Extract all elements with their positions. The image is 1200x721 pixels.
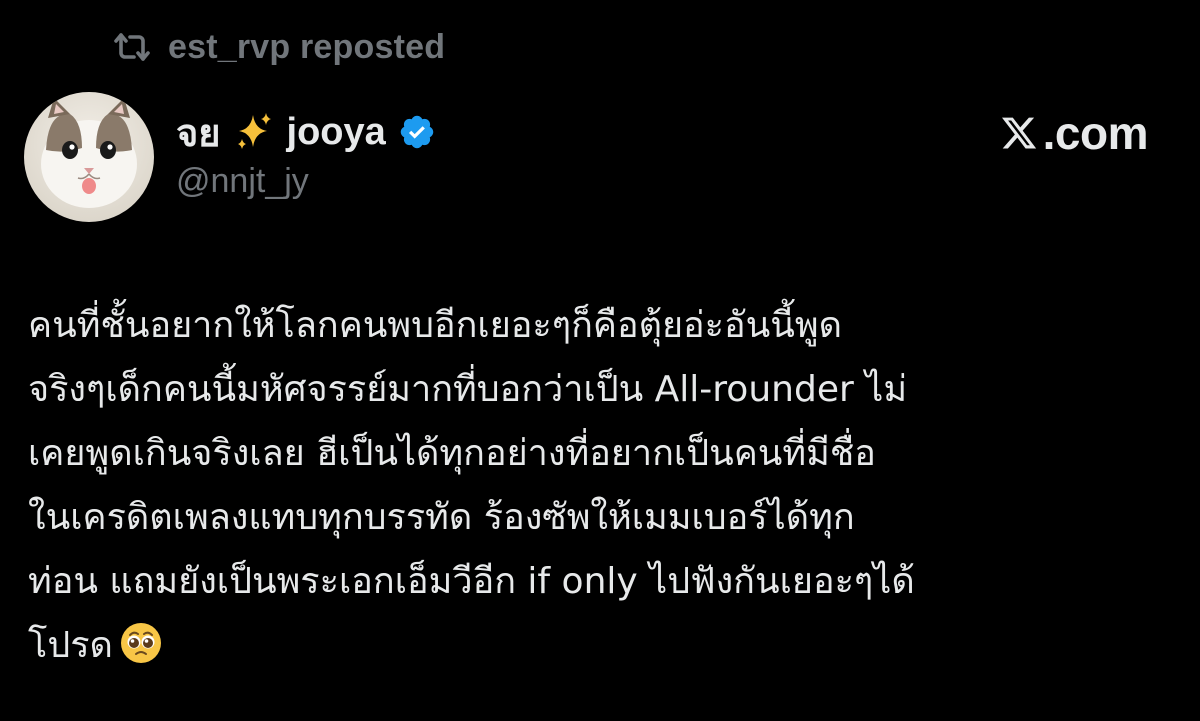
author-name-row[interactable]: จย jooya [176,104,436,160]
tweet-line: คนที่ชั้นอยากให้โลกคนพบอีกเยอะๆก็คือตุ้ย… [28,305,842,346]
repost-icon [112,31,152,63]
brand-domain: .com [1042,107,1149,159]
repost-header[interactable]: est_rvp reposted [112,22,445,72]
sparkles-icon [233,111,275,153]
x-logo-icon [999,114,1039,152]
tweet-line: ท่อน แถมยังเป็นพระเอกเอ็มวีอีก if only ไ… [28,561,915,602]
pleading-face-emoji-icon [113,623,163,666]
display-name: jooya [286,110,386,153]
tweet-line-last: โปรด [28,614,1178,678]
author-info: จย jooya @nnjt_jy [176,104,436,201]
x-brand[interactable]: .com [999,106,1149,160]
repost-label: est_rvp reposted [168,27,446,66]
avatar[interactable] [24,92,154,222]
display-name-prefix: จย [176,112,221,155]
tweet-line: เคยพูดเกินจริงเลย ฮีเป็นได้ทุกอย่างที่อย… [28,433,876,474]
tweet-line: ในเครดิตเพลงแทบทุกบรรทัด ร้องซัพให้เมมเบ… [28,497,855,538]
verified-badge-icon [398,113,436,151]
tweet-line: จริงๆเด็กคนนี้มหัศจรรย์มากที่บอกว่าเป็น … [28,369,908,410]
cat-avatar-image [24,92,154,222]
tweet-text: คนที่ชั้นอยากให้โลกคนพบอีกเยอะๆก็คือตุ้ย… [28,294,1178,678]
tweet-line-text: โปรด [28,625,113,666]
author-handle[interactable]: @nnjt_jy [176,162,436,201]
